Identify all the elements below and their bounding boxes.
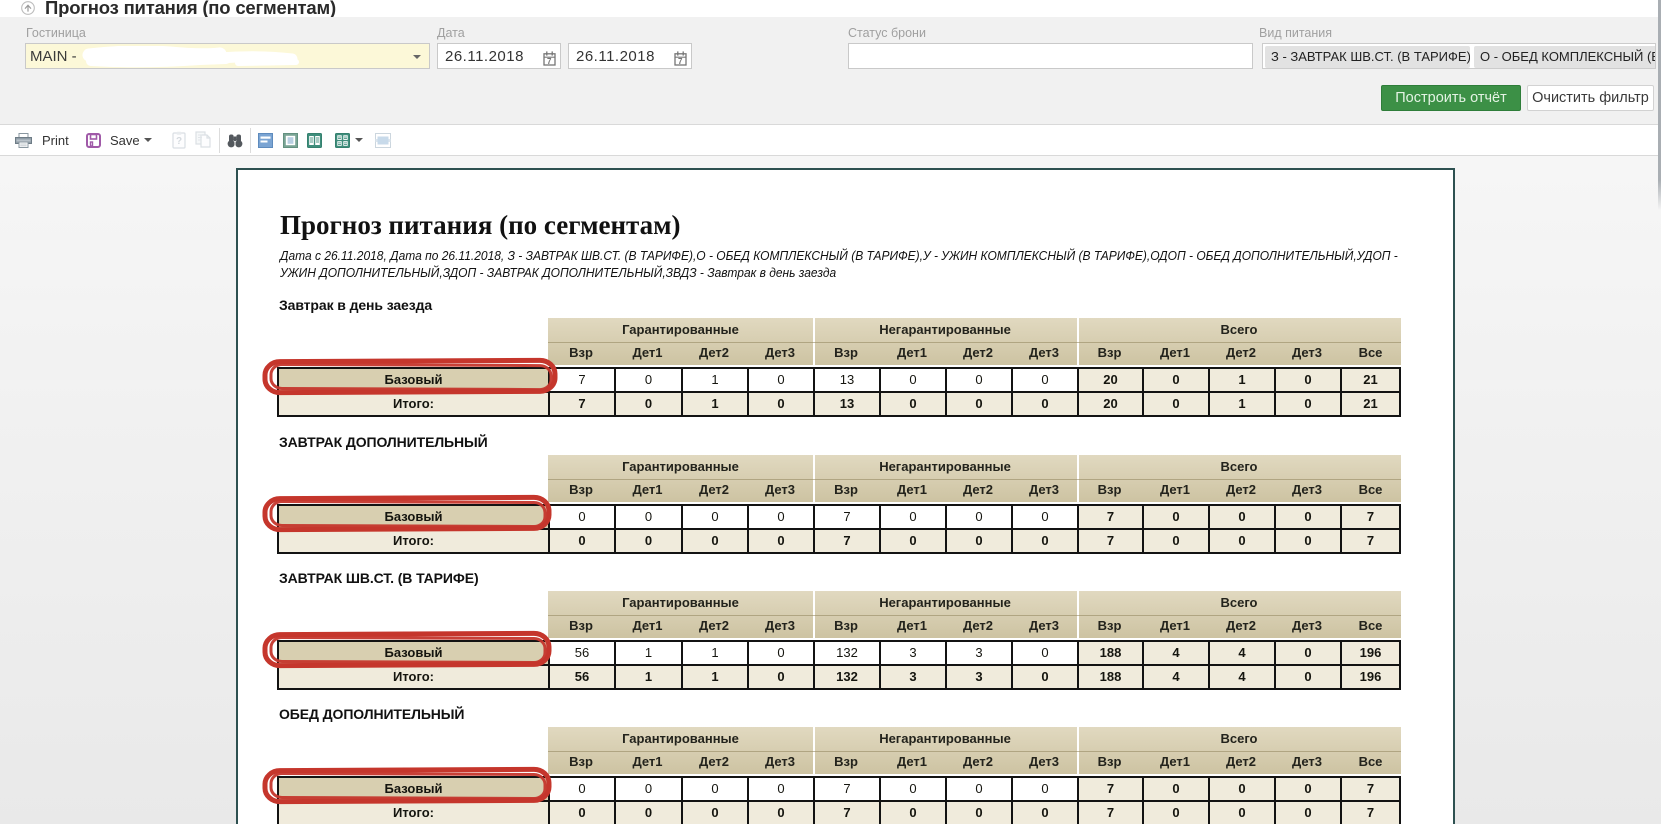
svg-text:7: 7 [547, 57, 552, 66]
svg-text:?: ? [176, 136, 182, 147]
svg-text:7: 7 [678, 57, 683, 66]
